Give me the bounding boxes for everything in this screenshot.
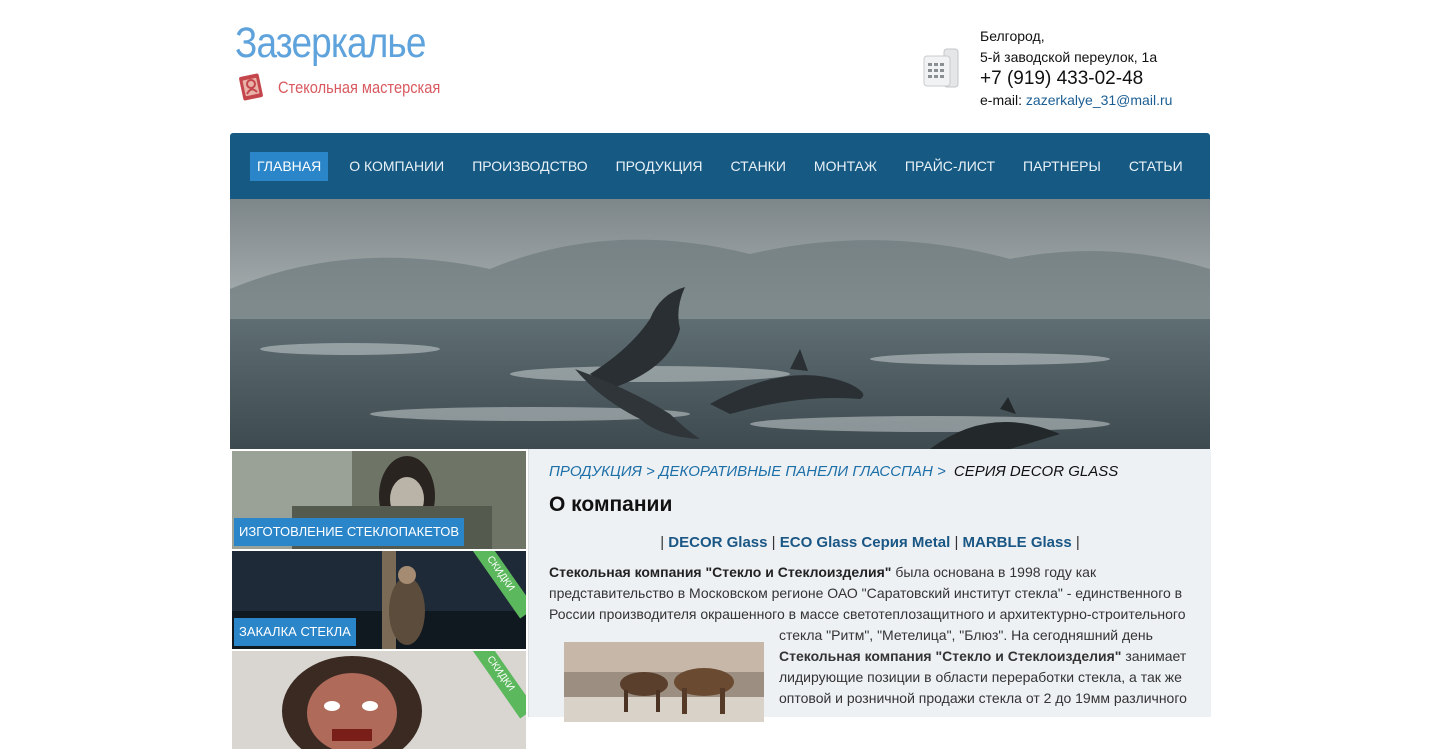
phone-icon <box>923 48 959 88</box>
series-link-marble[interactable]: MARBLE Glass <box>963 534 1072 551</box>
series-separator: | <box>771 534 776 551</box>
series-link-eco[interactable]: ECO Glass Серия Metal <box>780 534 951 551</box>
tile-image-3 <box>232 651 526 749</box>
breadcrumb-link-panels[interactable]: ДЕКОРАТИВНЫЕ ПАНЕЛИ ГЛАССПАН > <box>659 463 946 480</box>
nav-item-articles[interactable]: СТАТЬИ <box>1122 152 1190 181</box>
contact-address: 5-й заводской переулок, 1а <box>980 49 1158 65</box>
nav-item-home[interactable]: ГЛАВНАЯ <box>250 152 329 181</box>
email-link[interactable]: zazerkalye_31@mail.ru <box>1026 92 1173 108</box>
contact-phone: +7 (919) 433-02-48 <box>980 68 1144 89</box>
nav-item-installation[interactable]: МОНТАЖ <box>807 152 884 181</box>
series-link-decor[interactable]: DECOR Glass <box>668 534 767 551</box>
sidebar-tile-tempering[interactable]: СКИДКИ ЗАКАЛКА СТЕКЛА <box>232 551 526 649</box>
hero-banner <box>230 199 1210 449</box>
contact-email-row: e-mail: zazerkalye_31@mail.ru <box>980 90 1172 111</box>
tile-label: ИЗГОТОВЛЕНИЕ СТЕКЛОПАКЕТОВ <box>234 518 465 546</box>
sidebar-tile-3[interactable]: СКИДКИ <box>232 651 526 749</box>
nav-item-about[interactable]: О КОМПАНИИ <box>342 152 451 181</box>
contact-city: Белгород, <box>980 28 1045 44</box>
intro-paragraph: Стекольная компания "Стекло и Стеклоизде… <box>549 562 1189 625</box>
logo-subtitle: Стекольная мастерская <box>278 78 441 97</box>
series-separator: | <box>660 534 665 551</box>
page-title: О компании <box>549 493 673 516</box>
email-label: e-mail: <box>980 92 1023 108</box>
main-content: ПРОДУКЦИЯ > ДЕКОРАТИВНЫЕ ПАНЕЛИ ГЛАССПАН… <box>528 449 1211 722</box>
wrapped-text-start: стекла "Ритм", "Метелица", "Блюз". На се… <box>779 627 1153 643</box>
hero-image-dolphins <box>230 199 1210 449</box>
nav-item-machines[interactable]: СТАНКИ <box>724 152 793 181</box>
tile-label: ЗАКАЛКА СТЕКЛА <box>234 618 356 646</box>
nav-item-production[interactable]: ПРОИЗВОДСТВО <box>465 152 594 181</box>
nav-item-products[interactable]: ПРОДУКЦИЯ <box>609 152 710 181</box>
series-separator: | <box>954 534 959 551</box>
contact-block: Белгород, 5-й заводской переулок, 1а +7 … <box>980 26 1172 111</box>
breadcrumb-link-products[interactable]: ПРОДУКЦИЯ > <box>549 463 655 480</box>
nav-list: ГЛАВНАЯ О КОМПАНИИ ПРОИЗВОДСТВО ПРОДУКЦИ… <box>250 152 1204 181</box>
breadcrumb: ПРОДУКЦИЯ > ДЕКОРАТИВНЫЕ ПАНЕЛИ ГЛАССПАН… <box>549 463 1118 480</box>
nav-item-partners[interactable]: ПАРТНЕРЫ <box>1016 152 1108 181</box>
sidebar-tile-glass-units[interactable]: ИЗГОТОВЛЕНИЕ СТЕКЛОПАКЕТОВ <box>232 451 526 549</box>
logo-mark-icon <box>239 73 263 101</box>
nav-item-pricelist[interactable]: ПРАЙС-ЛИСТ <box>898 152 1002 181</box>
sidebar: ИЗГОТОВЛЕНИЕ СТЕКЛОПАКЕТОВ СКИДКИ ЗАКАЛК… <box>232 451 526 751</box>
wrapped-paragraph: стекла "Ритм", "Метелица", "Блюз". На се… <box>779 625 1199 709</box>
series-links: | DECOR Glass | ECO Glass Серия Metal | … <box>529 534 1211 551</box>
company-name-bold: Стекольная компания "Стекло и Стеклоизде… <box>549 564 892 580</box>
logo-title[interactable]: Зазеркалье <box>235 18 426 68</box>
page: Зазеркалье Стекольная мастерская Белгоро… <box>230 0 1211 749</box>
breadcrumb-current: СЕРИЯ DECOR GLASS <box>953 463 1119 480</box>
main-nav: ГЛАВНАЯ О КОМПАНИИ ПРОИЗВОДСТВО ПРОДУКЦИ… <box>230 133 1210 199</box>
company-name-bold-2: Стекольная компания "Стекло и Стеклоизде… <box>779 648 1122 664</box>
content-photo-horses <box>564 642 764 722</box>
series-separator: | <box>1075 534 1080 551</box>
